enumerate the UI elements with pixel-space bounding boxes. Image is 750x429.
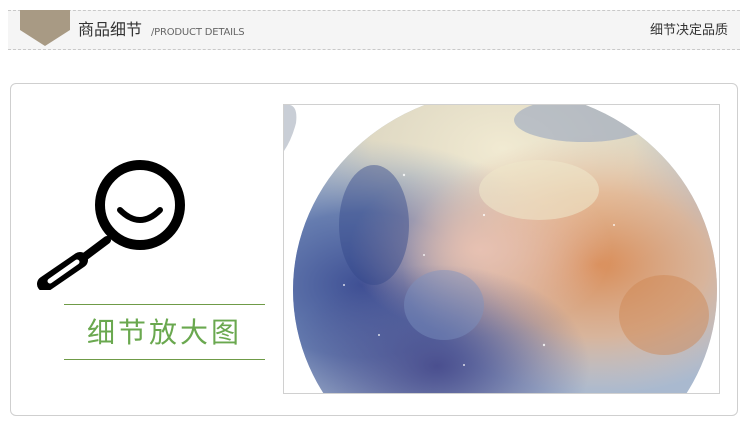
divider-top xyxy=(64,304,265,305)
divider-bottom xyxy=(64,359,265,360)
section-header: 商品细节 /PRODUCT DETAILS 细节决定品质 xyxy=(8,10,740,50)
detail-photo xyxy=(283,104,720,394)
detail-zoom-label: 细节放大图 xyxy=(86,316,242,349)
section-subtitle: /PRODUCT DETAILS xyxy=(151,27,245,38)
magnifier-icon xyxy=(37,160,185,290)
section-title: 商品细节 xyxy=(78,20,143,39)
detail-panel: 细节放大图 xyxy=(10,83,738,416)
watercolor-planet-image xyxy=(284,105,717,393)
quality-slogan: 细节决定品质 xyxy=(649,23,728,38)
bookmark-tag-icon xyxy=(20,10,70,46)
